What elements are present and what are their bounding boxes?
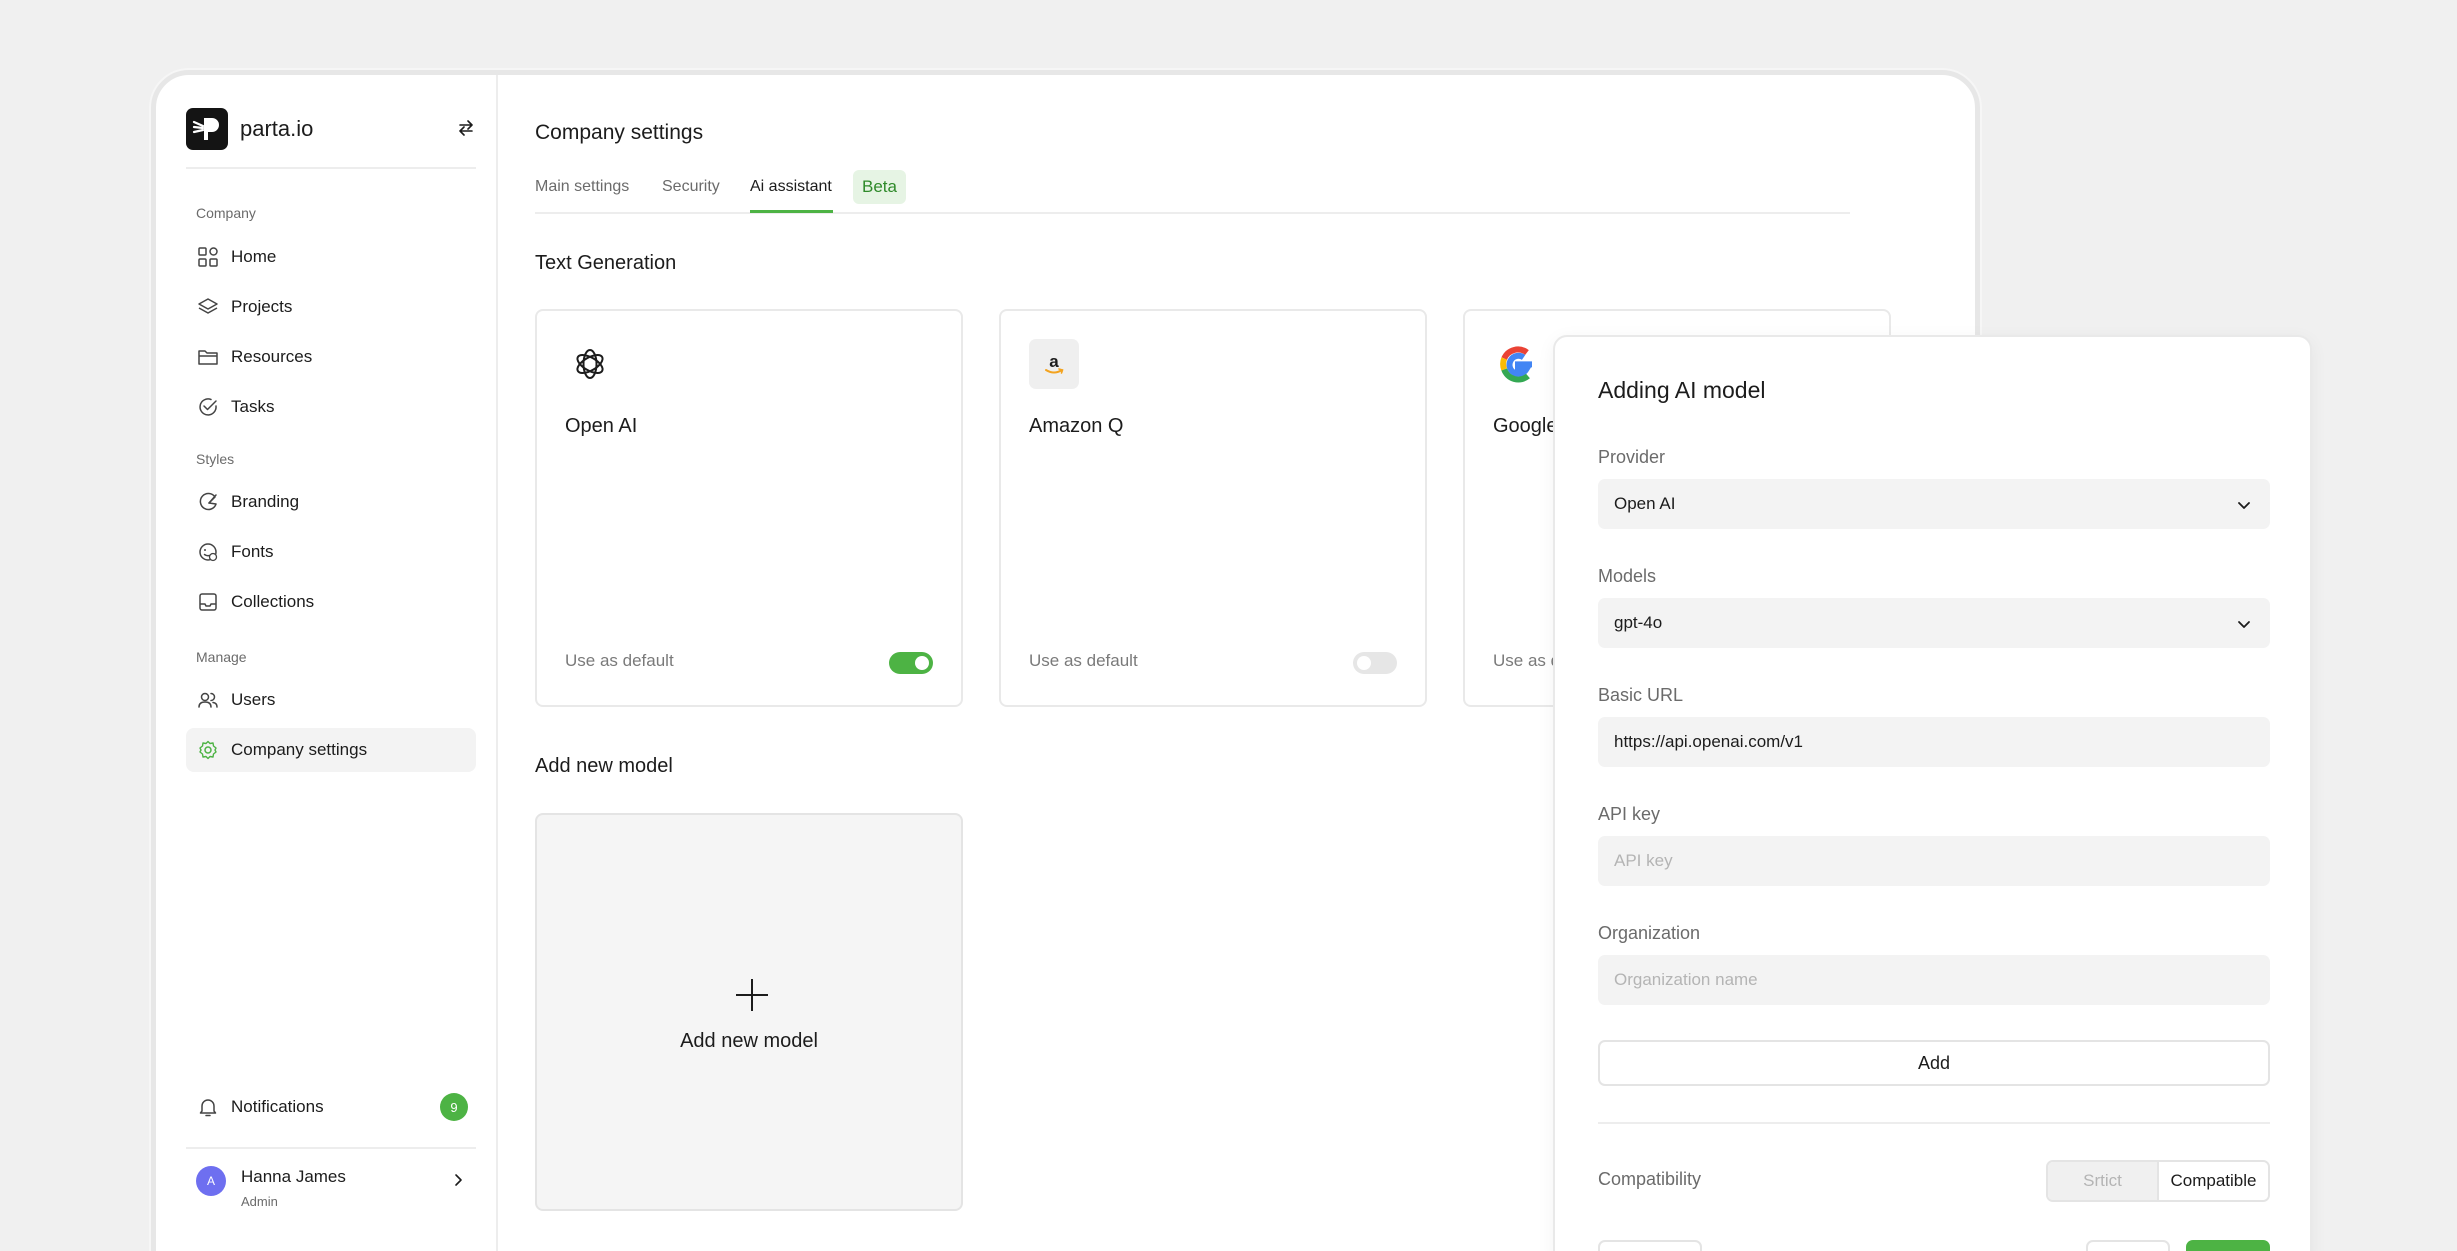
cancel-button[interactable] [2086, 1240, 2170, 1251]
palette-icon [199, 492, 217, 511]
provider-card-amazon[interactable]: a Amazon Q Use as default [999, 309, 1427, 707]
divider [186, 1147, 476, 1149]
home-icon [198, 247, 218, 267]
sidebar: parta.io Company Home Projects Resources… [156, 75, 498, 1251]
user-role: Admin [241, 1194, 278, 1209]
use-as-default-label: Use as default [1029, 651, 1138, 670]
provider-name: Google [1493, 415, 1558, 437]
active-tab-indicator [750, 210, 833, 213]
models-value: gpt-4o [1614, 613, 1663, 632]
sidebar-item-label: Company settings [231, 740, 368, 759]
brand[interactable]: parta.io [186, 108, 476, 150]
sidebar-item-projects[interactable]: Projects [186, 285, 476, 329]
section-label-styles: Styles [196, 451, 235, 467]
models-label: Models [1598, 566, 1657, 586]
divider [186, 167, 476, 169]
avatar: A [196, 1166, 226, 1196]
provider-card-openai[interactable]: Open AI Use as default [535, 309, 963, 707]
section-title-add-model: Add new model [535, 755, 673, 777]
dialog-title: Adding AI model [1598, 377, 1766, 403]
openai-icon [565, 339, 615, 389]
save-button[interactable] [2186, 1240, 2270, 1251]
sidebar-item-label: Projects [231, 297, 293, 316]
google-icon [1493, 339, 1543, 389]
basic-url-label: Basic URL [1598, 685, 1684, 705]
notification-count-badge: 9 [440, 1093, 468, 1121]
section-label-company: Company [196, 205, 256, 221]
check-circle-icon [199, 398, 217, 416]
sidebar-item-users[interactable]: Users [186, 678, 476, 722]
user-name: Hanna James [241, 1167, 346, 1186]
amazon-icon: a [1029, 339, 1079, 389]
bell-icon [199, 1099, 217, 1117]
compatibility-segmented-control: Srtict Compatible [2046, 1160, 2270, 1202]
compatibility-label: Compatibility [1598, 1169, 1702, 1189]
basic-url-input[interactable]: https://api.openai.com/v1 [1598, 717, 2270, 767]
beta-badge: Beta [853, 170, 906, 204]
api-key-label: API key [1598, 804, 1661, 824]
sidebar-item-branding[interactable]: Branding [186, 480, 476, 524]
add-new-model-label: Add new model [680, 1030, 818, 1052]
section-title-text-generation: Text Generation [535, 252, 677, 274]
tab-main-settings[interactable]: Main settings [535, 178, 629, 196]
tab-bar: Main settings Security Ai assistant Beta [535, 168, 1850, 214]
sidebar-item-company-settings[interactable]: Company settings [186, 728, 476, 772]
smile-icon [199, 543, 218, 562]
sidebar-item-label: Home [231, 247, 277, 266]
use-as-default-label: Use as default [565, 651, 674, 670]
sidebar-item-home[interactable]: Home [186, 235, 476, 279]
sidebar-item-label: Users [231, 690, 276, 709]
gear-icon [199, 740, 217, 760]
provider-name: Open AI [565, 415, 638, 437]
provider-select[interactable]: Open AI [1598, 479, 2270, 529]
chevron-down-icon [2238, 621, 2250, 628]
tab-security[interactable]: Security [662, 178, 720, 196]
divider [1598, 1122, 2270, 1124]
provider-value: Open AI [1614, 494, 1676, 513]
compatibility-option-compatible[interactable]: Compatible [2159, 1162, 2268, 1200]
switch-icon[interactable] [456, 118, 476, 138]
sidebar-item-label: Fonts [231, 542, 274, 561]
compatibility-option-strict[interactable]: Srtict [2048, 1162, 2159, 1200]
page-title: Company settings [535, 121, 704, 144]
add-new-model-button[interactable]: Add new model [535, 813, 963, 1211]
default-toggle[interactable] [889, 652, 933, 674]
layers-icon [198, 298, 218, 314]
sidebar-item-label: Collections [231, 592, 315, 611]
sidebar-item-label: Tasks [231, 397, 275, 416]
sidebar-item-collections[interactable]: Collections [186, 580, 476, 624]
sidebar-item-tasks[interactable]: Tasks [186, 385, 476, 429]
models-select[interactable]: gpt-4o [1598, 598, 2270, 648]
tab-ai-assistant[interactable]: Ai assistant [750, 178, 832, 196]
users-icon [198, 692, 218, 708]
default-toggle[interactable] [1353, 652, 1397, 674]
section-label-manage: Manage [196, 649, 247, 665]
user-profile[interactable]: A Hanna James Admin [196, 1163, 476, 1215]
sidebar-item-resources[interactable]: Resources [186, 335, 476, 379]
api-key-input[interactable]: API key [1598, 836, 2270, 886]
notifications-label: Notifications [231, 1097, 324, 1116]
organization-input[interactable]: Organization name [1598, 955, 2270, 1005]
logo-icon [186, 108, 228, 150]
secondary-button[interactable] [1598, 1240, 1702, 1251]
add-model-dialog: Adding AI model Provider Open AI Models … [1553, 335, 2312, 1251]
sidebar-item-label: Resources [231, 347, 313, 366]
provider-name: Amazon Q [1029, 415, 1124, 437]
notifications-button[interactable]: Notifications 9 [186, 1085, 476, 1129]
sidebar-item-label: Branding [231, 492, 300, 511]
brand-name: parta.io [240, 116, 314, 141]
folder-icon [198, 350, 218, 365]
chevron-down-icon [2238, 502, 2250, 509]
add-button[interactable]: Add [1598, 1040, 2270, 1086]
organization-label: Organization [1598, 923, 1701, 943]
plus-icon [736, 979, 768, 1011]
svg-text:a: a [1049, 352, 1059, 371]
inbox-icon [199, 593, 217, 611]
sidebar-item-fonts[interactable]: Fonts [186, 530, 476, 574]
provider-label: Provider [1598, 447, 1666, 467]
chevron-right-icon [455, 1174, 462, 1186]
